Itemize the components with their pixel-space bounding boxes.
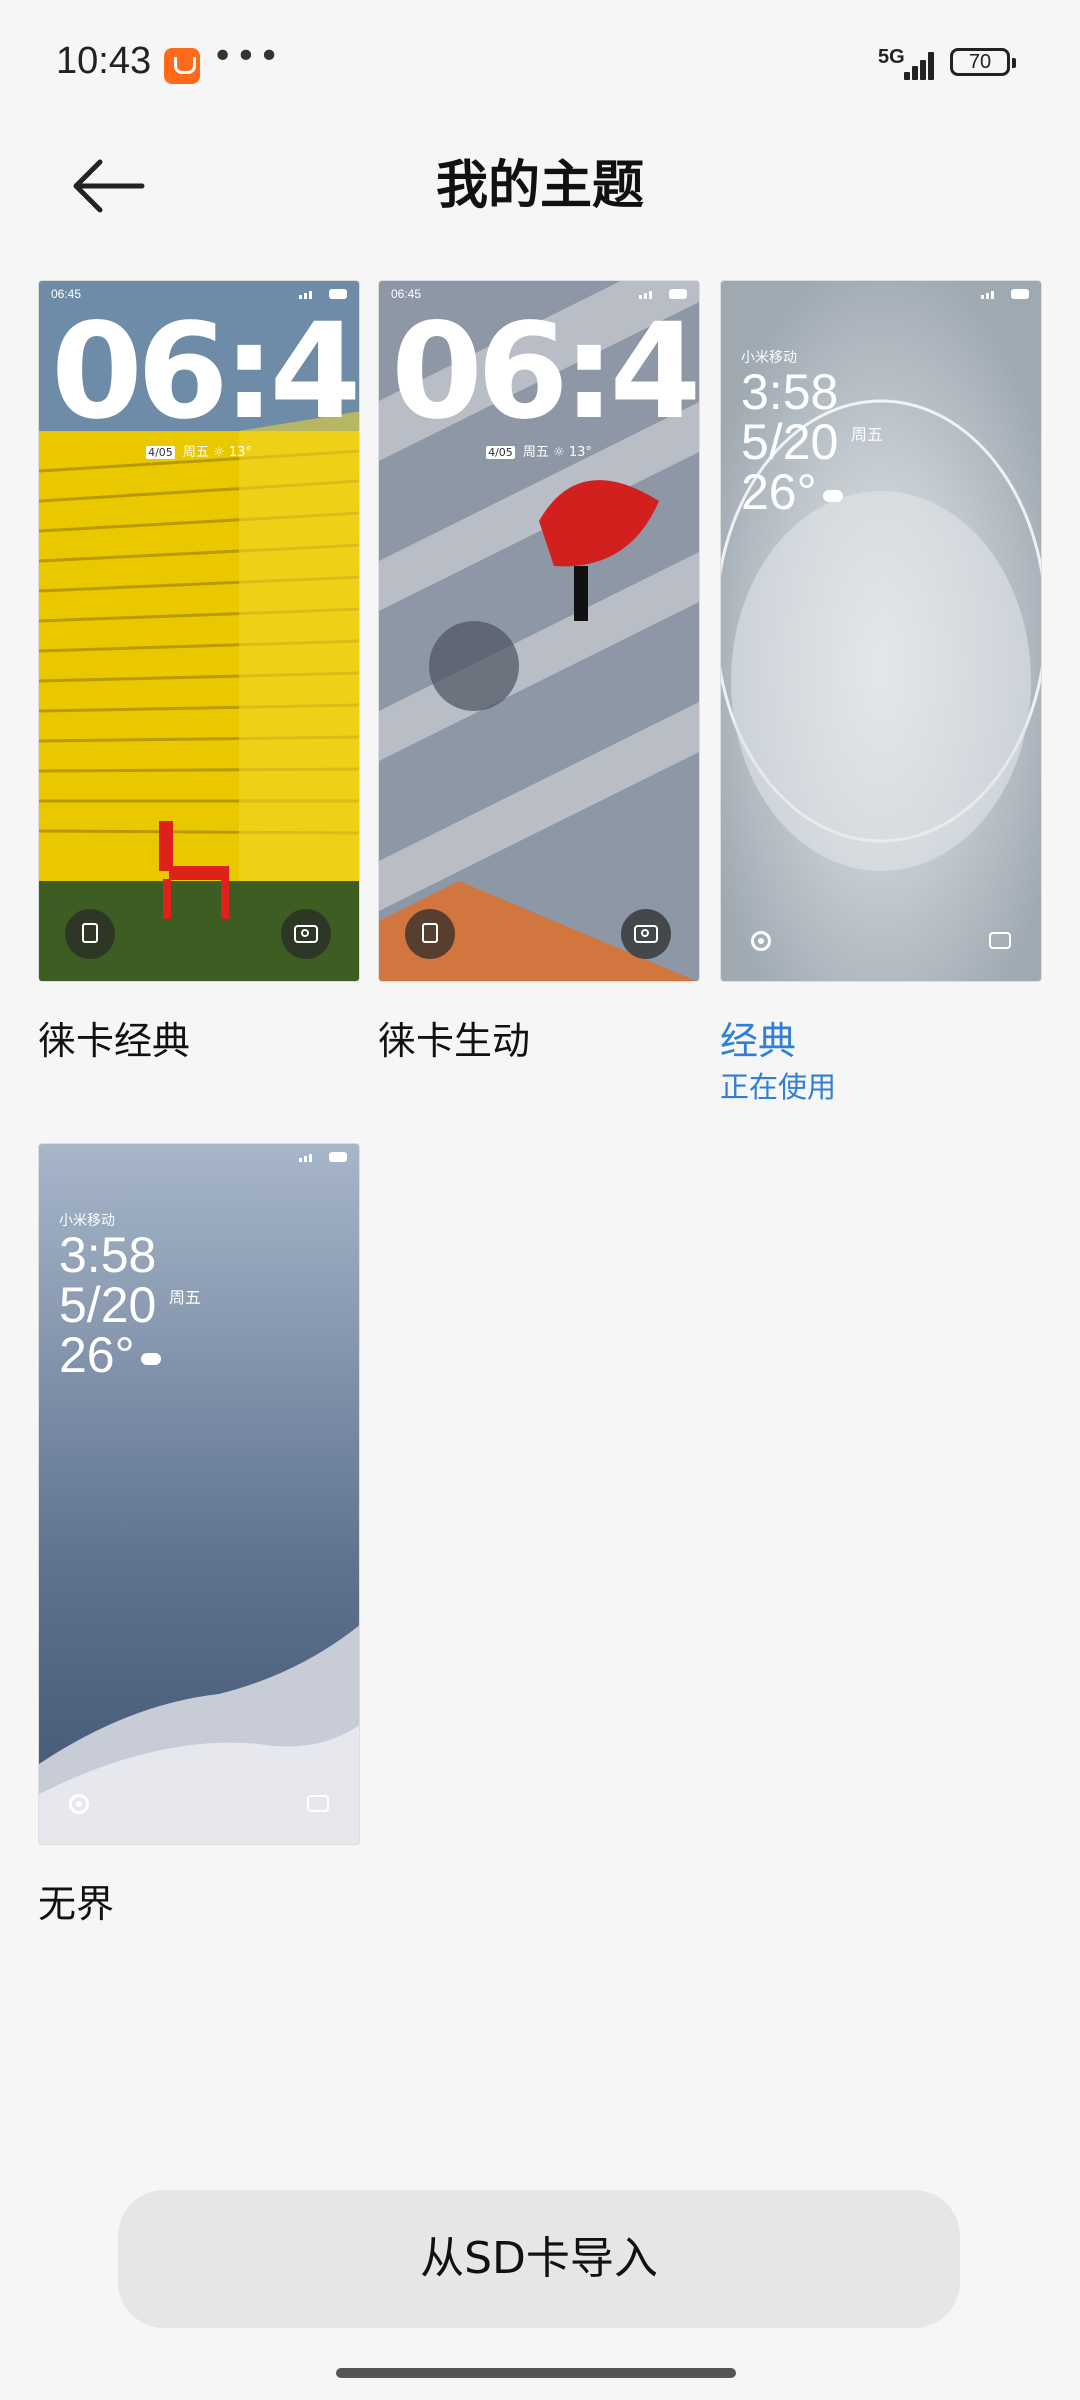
flashlight-icon <box>65 909 115 959</box>
preview-date: 4/05 <box>146 446 175 459</box>
preview-temp: 26° <box>741 464 817 520</box>
battery-level: 70 <box>968 51 992 73</box>
shopping-app-notification-icon <box>164 48 200 84</box>
record-icon <box>69 1794 89 1814</box>
preview-temp-row: 26° <box>741 467 843 517</box>
flashlight-icon <box>405 909 455 959</box>
preview-date-line: 4/05 周五 ☼ 13° <box>39 441 359 460</box>
theme-card-boundless[interactable]: 小米移动 3:58 5/20 26° 周五 无界 <box>38 1143 360 1926</box>
theme-name: 无界 <box>38 1882 115 1926</box>
status-bar: 10:43 ••• 5G 70 <box>0 0 1080 130</box>
battery-icon: 70 <box>950 48 1016 76</box>
import-from-sd-button[interactable]: 从SD卡导入 <box>118 2190 960 2328</box>
preview-weather: ☼ 13° <box>213 445 252 460</box>
preview-date: 5/20 <box>59 1277 157 1333</box>
more-notifications-icon: ••• <box>212 36 282 77</box>
preview-time: 3:58 <box>59 1227 157 1283</box>
preview-weather: ☼ 13° <box>553 445 592 460</box>
theme-preview[interactable]: 06:45 06:45 4/05 周五 ☼ 13° <box>38 280 360 982</box>
theme-preview[interactable]: 小米移动 3:58 5/20 26° 周五 <box>38 1143 360 1845</box>
page-title: 我的主题 <box>435 156 644 216</box>
theme-preview[interactable]: 06:45 06:45 4/05 周五 ☼ 13° <box>378 280 700 982</box>
preview-weekday: 周五 <box>182 445 209 460</box>
theme-card-leica-vivid[interactable]: 06:45 06:45 4/05 周五 ☼ 13° 徕卡生动 <box>378 280 700 1063</box>
theme-card-classic[interactable]: 小米移动 3:58 5/20 26° 周五 经典 正在使用 <box>720 280 1042 1104</box>
theme-name: 徕卡经典 <box>38 1019 191 1063</box>
preview-date: 4/05 <box>486 446 515 459</box>
theme-status: 正在使用 <box>720 1070 837 1104</box>
status-time: 10:43 <box>56 40 152 82</box>
preview-weekday: 周五 <box>522 445 549 460</box>
preview-temp-row: 26° <box>59 1330 161 1380</box>
camera-icon <box>621 909 671 959</box>
preview-system-icons <box>981 289 1029 299</box>
preview-temp: 26° <box>59 1327 135 1383</box>
home-indicator[interactable] <box>336 2368 736 2378</box>
theme-name: 经典 <box>720 1019 797 1063</box>
theme-preview[interactable]: 小米移动 3:58 5/20 26° 周五 <box>720 280 1042 982</box>
preview-weekday: 周五 <box>169 1288 202 1307</box>
camera-icon <box>989 932 1011 949</box>
cloud-icon <box>822 489 843 502</box>
network-type-label: 5G <box>878 46 905 68</box>
preview-time: 3:58 <box>741 364 839 420</box>
preview-date-line: 4/05 周五 ☼ 13° <box>379 441 699 460</box>
record-icon <box>751 931 771 951</box>
preview-weekday: 周五 <box>851 425 884 444</box>
preview-system-icons <box>299 1152 347 1162</box>
cloud-icon <box>140 1352 161 1365</box>
theme-card-leica-classic[interactable]: 06:45 06:45 4/05 周五 ☼ 13° 徕卡经典 <box>38 280 360 1063</box>
preview-time-stack: 3:58 5/20 26° <box>741 367 843 517</box>
camera-icon <box>281 909 331 959</box>
preview-time-stack: 3:58 5/20 26° <box>59 1230 161 1380</box>
preview-clock: 06:45 <box>51 295 359 449</box>
theme-name: 徕卡生动 <box>378 1019 531 1063</box>
camera-icon <box>307 1795 329 1812</box>
preview-clock: 06:45 <box>391 295 699 449</box>
signal-strength-icon <box>904 48 938 80</box>
preview-date: 5/20 <box>741 414 839 470</box>
